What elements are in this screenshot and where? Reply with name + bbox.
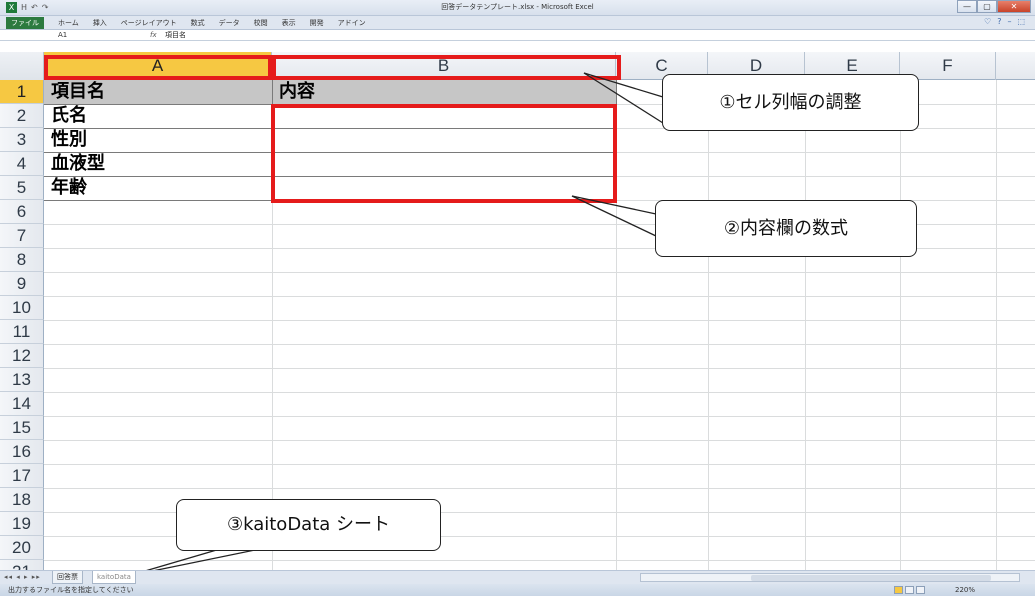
tab-developer[interactable]: 開発 xyxy=(310,17,324,29)
row-header-10[interactable]: 10 xyxy=(0,296,44,320)
minimize-ribbon-icon[interactable]: – xyxy=(1007,17,1011,26)
callout-kaitodata-sheet: ③kaitoData シート xyxy=(176,499,441,551)
row-header-2[interactable]: 2 xyxy=(0,104,44,128)
tab-view[interactable]: 表示 xyxy=(282,17,296,29)
row-header-19[interactable]: 19 xyxy=(0,512,44,536)
status-message: 出力するファイル名を指定してください xyxy=(8,586,134,594)
row-header-20[interactable]: 20 xyxy=(0,536,44,560)
sheet-tab-kaitohyo[interactable]: 回答票 xyxy=(52,571,83,584)
restore-window-icon[interactable]: ⬚ xyxy=(1017,17,1025,26)
column-header-g[interactable] xyxy=(996,52,1035,80)
sheet-tab-bar: ◂◂ ◂ ▸ ▸▸ 回答票 kaitoData xyxy=(0,570,1035,584)
row-header-1[interactable]: 1 xyxy=(0,80,44,104)
tab-review[interactable]: 校閲 xyxy=(254,17,268,29)
cell-a5[interactable]: 年齢 xyxy=(44,176,272,200)
select-all-corner[interactable] xyxy=(0,52,44,80)
row-header-5[interactable]: 5 xyxy=(0,176,44,200)
help-icon[interactable]: ? xyxy=(997,17,1001,26)
tab-addins[interactable]: アドイン xyxy=(338,17,366,29)
cell-a3[interactable]: 性別 xyxy=(44,128,272,152)
highlight-column-a xyxy=(44,55,272,80)
tab-page-layout[interactable]: ページレイアウト xyxy=(121,17,177,29)
highlight-column-b xyxy=(272,55,621,80)
tab-file[interactable]: ファイル xyxy=(6,17,44,29)
row-header-8[interactable]: 8 xyxy=(0,248,44,272)
status-bar: 出力するファイル名を指定してください 220% xyxy=(0,584,1035,596)
row-header-11[interactable]: 11 xyxy=(0,320,44,344)
name-box[interactable]: A1 xyxy=(8,30,78,40)
window-controls: — ▢ ✕ xyxy=(957,0,1031,13)
normal-view-icon[interactable] xyxy=(894,586,903,594)
zoom-level[interactable]: 220% xyxy=(955,584,975,596)
row-header-3[interactable]: 3 xyxy=(0,128,44,152)
row-header-16[interactable]: 16 xyxy=(0,440,44,464)
page-layout-view-icon[interactable] xyxy=(905,586,914,594)
tab-formulas[interactable]: 数式 xyxy=(191,17,205,29)
horizontal-scrollbar[interactable] xyxy=(640,573,1020,582)
callout-content-formula: ②内容欄の数式 xyxy=(655,200,917,257)
tab-insert[interactable]: 挿入 xyxy=(93,17,107,29)
row-header-15[interactable]: 15 xyxy=(0,416,44,440)
insert-function-icon[interactable]: fx xyxy=(150,30,157,40)
row-header-4[interactable]: 4 xyxy=(0,152,44,176)
row-header-14[interactable]: 14 xyxy=(0,392,44,416)
name-box-value: A1 xyxy=(58,31,68,39)
ribbon-tab-bar: ファイル ホーム 挿入 ページレイアウト 数式 データ 校閲 表示 開発 アドイ… xyxy=(0,16,1035,30)
sheet-nav-arrows-icon[interactable]: ◂◂ ◂ ▸ ▸▸ xyxy=(4,571,41,584)
title-bar: X H ↶ ↷ 回答データテンプレート.xlsx - Microsoft Exc… xyxy=(0,0,1035,16)
formula-bar: A1 fx 項目名 xyxy=(0,30,1035,41)
row-header-9[interactable]: 9 xyxy=(0,272,44,296)
maximize-button[interactable]: ▢ xyxy=(977,0,997,13)
row-header-7[interactable]: 7 xyxy=(0,224,44,248)
sheet-tab-kaitodata[interactable]: kaitoData xyxy=(92,571,136,584)
highlight-content-cells xyxy=(271,104,617,203)
page-break-view-icon[interactable] xyxy=(916,586,925,594)
cell-a1[interactable]: 項目名 xyxy=(44,80,272,104)
callout-column-width: ①セル列幅の調整 xyxy=(662,74,919,131)
minimize-button[interactable]: — xyxy=(957,0,977,13)
favorite-icon[interactable]: ♡ xyxy=(984,17,991,26)
row-header-17[interactable]: 17 xyxy=(0,464,44,488)
row-header-12[interactable]: 12 xyxy=(0,344,44,368)
cell-a4[interactable]: 血液型 xyxy=(44,152,272,176)
tab-data[interactable]: データ xyxy=(219,17,240,29)
row-header-18[interactable]: 18 xyxy=(0,488,44,512)
cell-a2[interactable]: 氏名 xyxy=(44,104,272,128)
cell-b1[interactable]: 内容 xyxy=(272,80,616,104)
view-buttons xyxy=(894,586,925,594)
window-title: 回答データテンプレート.xlsx - Microsoft Excel xyxy=(441,3,594,11)
scrollbar-thumb[interactable] xyxy=(751,575,991,581)
row-header-6[interactable]: 6 xyxy=(0,200,44,224)
close-button[interactable]: ✕ xyxy=(997,0,1031,13)
tab-home[interactable]: ホーム xyxy=(58,17,79,29)
row-header-13[interactable]: 13 xyxy=(0,368,44,392)
formula-input[interactable]: 項目名 xyxy=(165,30,186,40)
